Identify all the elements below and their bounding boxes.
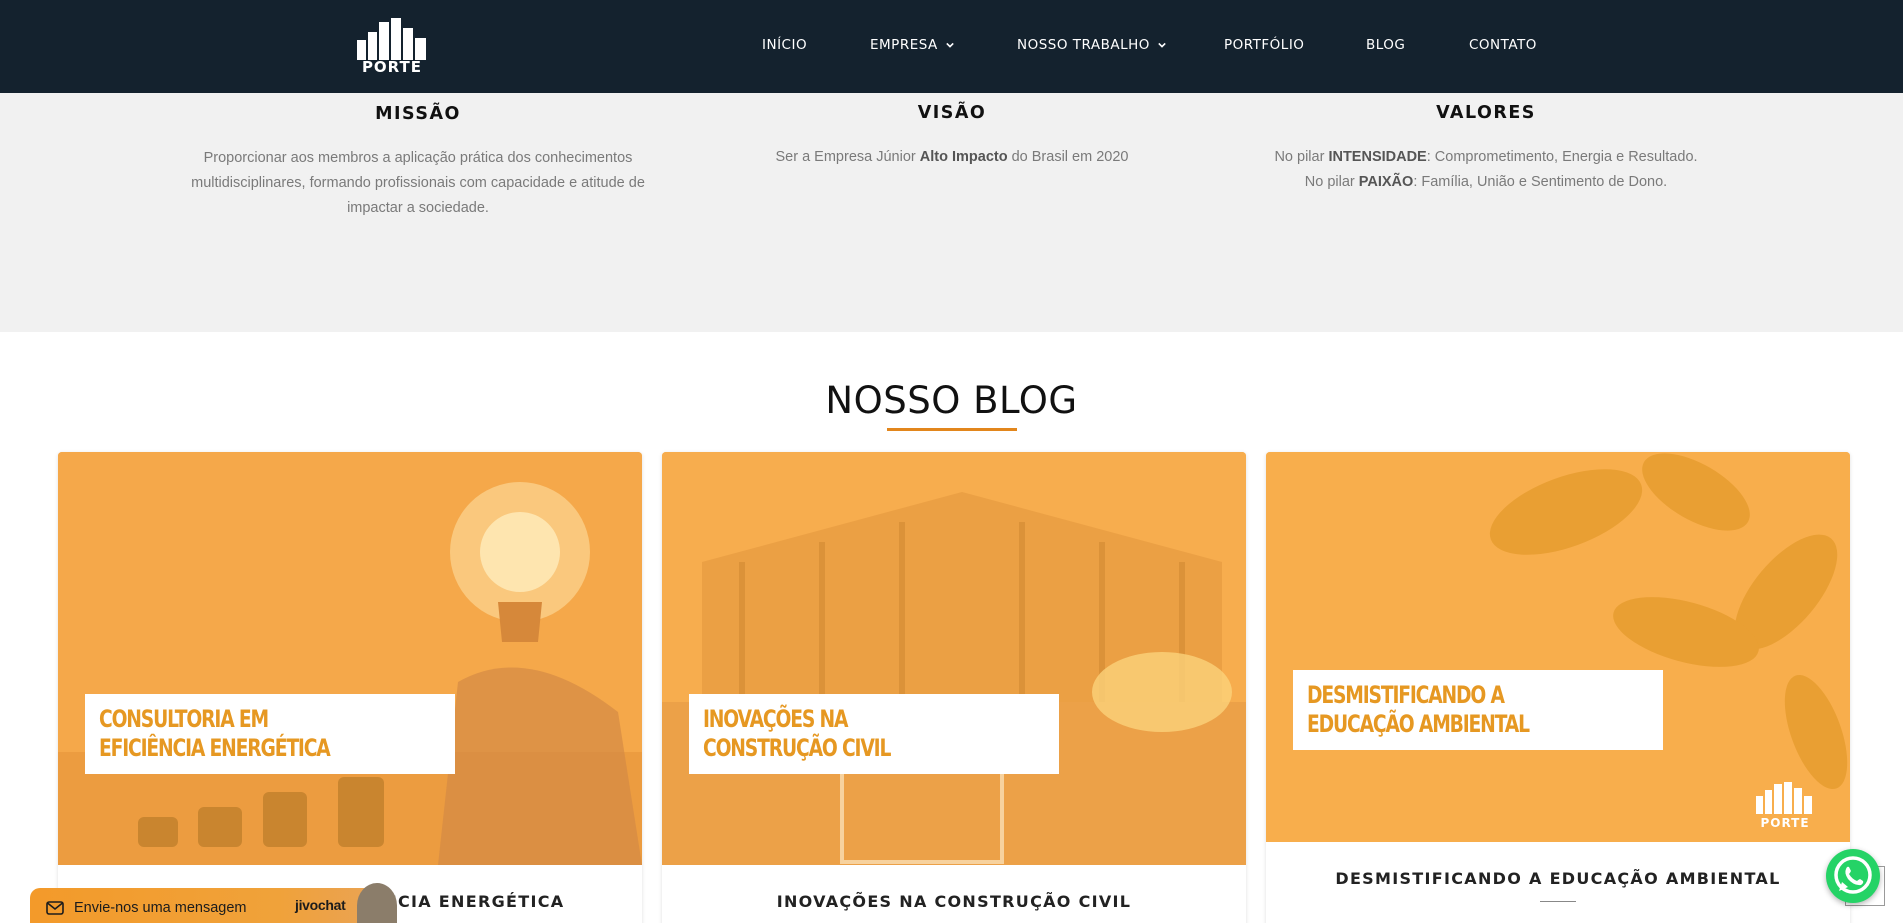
nav-contato[interactable]: CONTATO [1469, 37, 1537, 53]
label-line: INOVAÇÕES NA [703, 705, 848, 733]
chat-brand: jivochat [295, 897, 346, 913]
visao-suffix: do Brasil em 2020 [1007, 149, 1129, 165]
blog-section-title: NOSSO BLOG [825, 379, 1078, 422]
nav-empresa[interactable]: EMPRESA [870, 37, 954, 53]
post-title[interactable]: DESMISTIFICANDO A EDUCAÇÃO AMBIENTAL [1266, 869, 1850, 888]
title-divider [1540, 901, 1576, 902]
nav-label: CONTATO [1469, 37, 1537, 53]
nav-label: INÍCIO [762, 37, 808, 53]
valores-column: VALORES No pilar INTENSIDADE: Comprometi… [1236, 93, 1736, 195]
valores-prefix: No pilar [1274, 149, 1329, 165]
missao-line: impactar a sociedade. [347, 200, 489, 216]
mission-vision-values-section: MISSÃO Proporcionar aos membros a aplica… [0, 93, 1903, 332]
label-line: DESMISTIFICANDO A [1307, 681, 1505, 709]
post-image[interactable]: CONSULTORIA EM EFICIÊNCIA ENERGÉTICA [58, 452, 642, 865]
post-image[interactable]: INOVAÇÕES NA CONSTRUÇÃO CIVIL [662, 452, 1246, 865]
valores-line: No pilar INTENSIDADE: Comprometimento, E… [1236, 145, 1736, 170]
nav-nosso-trabalho[interactable]: NOSSO TRABALHO [1017, 37, 1166, 53]
lightbulb-coins-image-icon [58, 452, 642, 865]
image-logo-text: PORTE [1760, 816, 1810, 830]
valores-text: No pilar INTENSIDADE: Comprometimento, E… [1236, 145, 1736, 195]
valores-line: No pilar PAIXÃO: Família, União e Sentim… [1236, 170, 1736, 195]
logo-text: PORTE [361, 58, 423, 76]
missao-line: Proporcionar aos membros a aplicação prá… [203, 150, 633, 166]
blog-card-construcao[interactable]: INOVAÇÕES NA CONSTRUÇÃO CIVIL INOVAÇÕES … [662, 452, 1246, 923]
porte-logo[interactable]: PORTE [355, 18, 429, 76]
construction-drone-image-icon [662, 452, 1246, 865]
chat-avatar-corner [357, 883, 397, 923]
post-image-label: DESMISTIFICANDO A EDUCAÇÃO AMBIENTAL [1293, 670, 1663, 750]
visao-text: Ser a Empresa Júnior Alto Impacto do Bra… [702, 145, 1202, 170]
mail-icon [46, 901, 64, 915]
missao-title: MISSÃO [375, 104, 461, 124]
nav-portfolio[interactable]: PORTFÓLIO [1224, 37, 1304, 53]
blog-card-educacao[interactable]: DESMISTIFICANDO A EDUCAÇÃO AMBIENTAL POR… [1266, 452, 1850, 923]
visao-prefix: Ser a Empresa Júnior [775, 149, 920, 165]
nav-label: EMPRESA [870, 37, 938, 53]
whatsapp-button[interactable] [1826, 849, 1880, 903]
post-image-label: INOVAÇÕES NA CONSTRUÇÃO CIVIL [689, 694, 1059, 774]
visao-bold: Alto Impacto [919, 149, 1008, 165]
post-image-label: CONSULTORIA EM EFICIÊNCIA ENERGÉTICA [85, 694, 455, 774]
blog-card-eficiencia[interactable]: CONSULTORIA EM EFICIÊNCIA ENERGÉTICA CON… [58, 452, 642, 923]
title-underline [887, 428, 1017, 431]
visao-column: VISÃO Ser a Empresa Júnior Alto Impacto … [702, 93, 1202, 170]
label-line: CONSULTORIA EM [99, 705, 269, 733]
nav-label: NOSSO TRABALHO [1017, 37, 1150, 53]
site-header: PORTE INÍCIO EMPRESA NOSSO TRABALHO PORT… [0, 0, 1903, 93]
valores-suffix: : Família, União e Sentimento de Dono. [1413, 174, 1668, 190]
label-line: EDUCAÇÃO AMBIENTAL [1307, 710, 1530, 738]
chat-message-label: Envie-nos uma mensagem [74, 900, 247, 916]
nav-label: PORTFÓLIO [1224, 37, 1305, 53]
visao-title: VISÃO [917, 103, 987, 123]
valores-suffix: : Comprometimento, Energia e Resultado. [1426, 149, 1698, 165]
nav-inicio[interactable]: INÍCIO [762, 37, 807, 53]
valores-prefix: No pilar [1304, 174, 1359, 190]
post-image[interactable]: DESMISTIFICANDO A EDUCAÇÃO AMBIENTAL POR… [1266, 452, 1850, 842]
missao-text: Proporcionar aos membros a aplicação prá… [168, 146, 668, 221]
post-title[interactable]: INOVAÇÕES NA CONSTRUÇÃO CIVIL [662, 892, 1246, 911]
nav-blog[interactable]: BLOG [1366, 37, 1405, 53]
whatsapp-icon [1834, 856, 1872, 894]
missao-line: multidisciplinares, formando profissiona… [191, 175, 645, 191]
building-logo-icon [357, 18, 426, 60]
label-line: CONSTRUÇÃO CIVIL [703, 734, 891, 762]
chat-widget[interactable]: Envie-nos uma mensagem jivochat [30, 883, 397, 923]
leaves-image-icon [1266, 452, 1850, 842]
nav-label: BLOG [1366, 37, 1406, 53]
valores-title: VALORES [1436, 103, 1536, 123]
missao-column: MISSÃO Proporcionar aos membros a aplica… [168, 93, 668, 221]
label-line: EFICIÊNCIA ENERGÉTICA [99, 734, 331, 762]
chevron-down-icon [946, 42, 954, 48]
valores-bold: INTENSIDADE [1328, 149, 1427, 165]
valores-bold: PAIXÃO [1358, 174, 1414, 190]
chevron-down-icon [1158, 42, 1166, 48]
